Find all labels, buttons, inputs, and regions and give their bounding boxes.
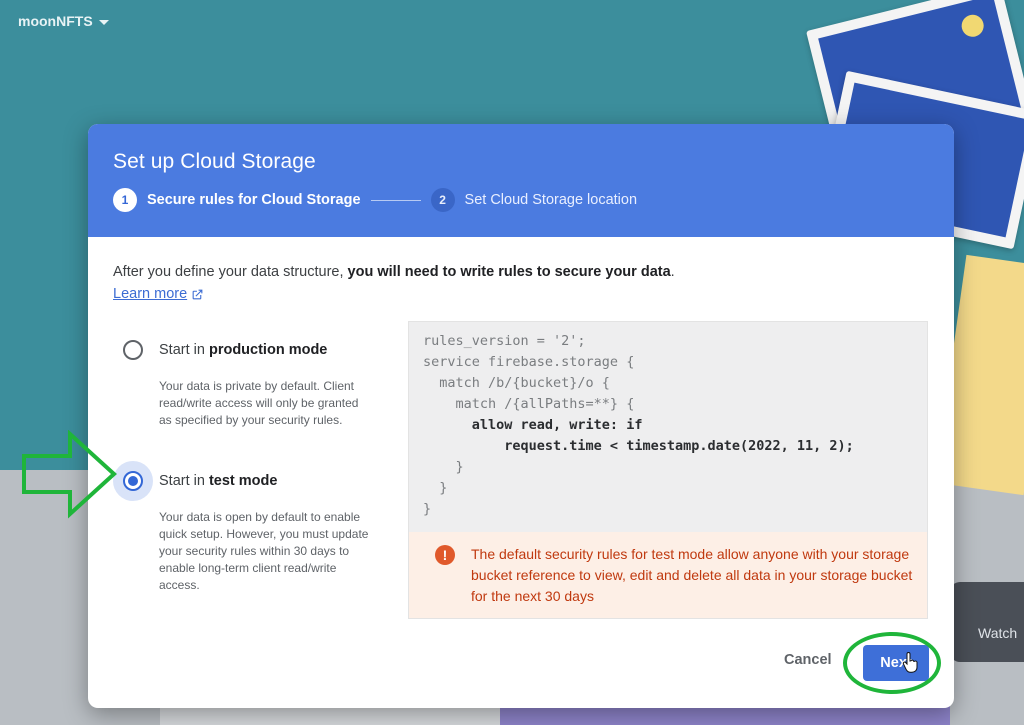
test-mode-title: Start in test mode xyxy=(159,473,278,489)
external-link-icon xyxy=(192,289,203,299)
arrow-annotation-icon xyxy=(22,430,117,519)
code-line: allow read, write: if xyxy=(423,417,643,433)
test-mode-radio[interactable] xyxy=(123,471,143,491)
error-icon: ! xyxy=(435,545,455,565)
test-mode-description: Your data is open by default to enable q… xyxy=(159,510,369,592)
dialog-body: After you define your data structure, yo… xyxy=(88,124,954,708)
warning-text: The default security rules for test mode… xyxy=(471,546,913,604)
production-mode-description: Your data is private by default. Client … xyxy=(159,379,359,427)
watch-card[interactable] xyxy=(950,582,1024,662)
code-line: service firebase.storage { xyxy=(423,354,635,370)
project-name: moonNFTS xyxy=(18,13,93,29)
cancel-button[interactable]: Cancel xyxy=(784,652,832,668)
code-line: rules_version = '2'; xyxy=(423,333,586,349)
code-line: request.time < timestamp.date(2022, 11, … xyxy=(423,438,854,454)
intro-end: . xyxy=(670,264,675,280)
intro-text: After you define your data structure, yo… xyxy=(113,264,933,280)
chevron-down-icon xyxy=(98,19,109,25)
intro-plain: After you define your data structure, xyxy=(113,264,348,280)
production-mode-title: Start in production mode xyxy=(159,342,328,358)
hand-cursor-icon xyxy=(902,652,918,673)
highlight-circle xyxy=(843,632,941,694)
code-line: match /{allPaths=**} { xyxy=(423,396,635,412)
radio-selected-dot xyxy=(128,476,138,486)
code-line: } xyxy=(423,501,432,517)
test-mode-option[interactable]: Start in test mode Your data is open by … xyxy=(113,461,373,594)
radio-halo xyxy=(113,330,153,370)
test-mode-warning: ! The default security rules for test mo… xyxy=(409,532,927,618)
watch-label: Watch xyxy=(978,625,1018,641)
project-switcher[interactable]: moonNFTS xyxy=(18,13,109,29)
code-line: match /b/{bucket}/o { xyxy=(423,375,610,391)
production-mode-radio[interactable] xyxy=(123,340,143,360)
production-mode-option[interactable]: Start in production mode Your data is pr… xyxy=(113,330,373,429)
intro-bold: you will need to write rules to secure y… xyxy=(347,264,671,280)
rules-code: rules_version = '2'; service firebase.sto… xyxy=(409,322,927,529)
code-line: } xyxy=(423,480,448,496)
learn-more-link[interactable]: Learn more xyxy=(113,286,204,302)
learn-more-label: Learn more xyxy=(113,286,188,302)
code-line: } xyxy=(423,459,464,475)
